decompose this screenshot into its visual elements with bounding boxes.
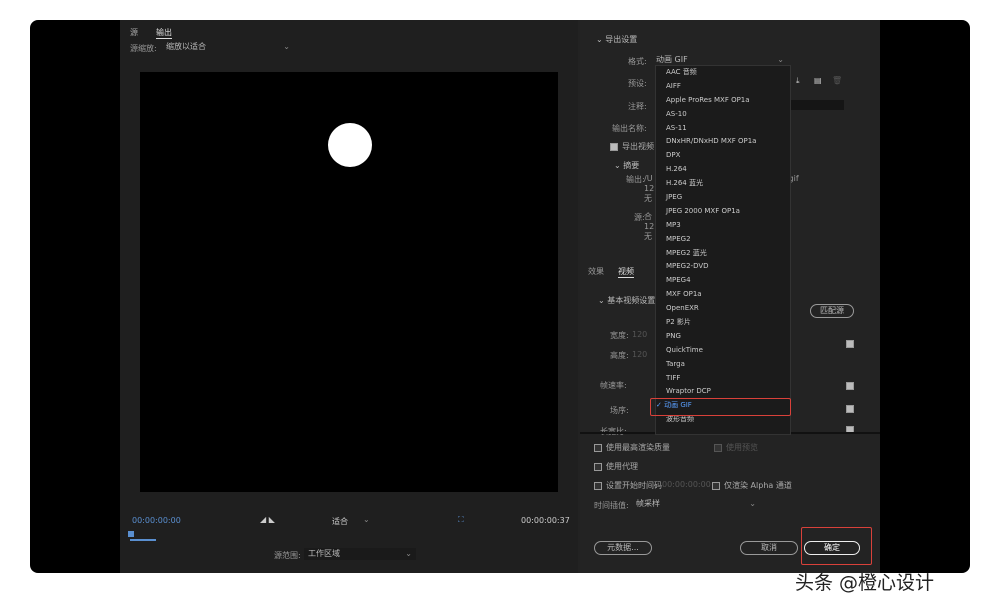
output-name-label: 输出名称: <box>612 124 647 133</box>
mark-in-out-icons[interactable]: ◢ ◣ <box>260 515 275 524</box>
crop-icon[interactable]: ⛶ <box>458 515 464 525</box>
basic-video-header[interactable]: ⌄ 基本视频设置 <box>598 295 655 306</box>
lock-aspect-checkbox[interactable] <box>846 340 854 348</box>
format-option[interactable]: P2 影片 <box>656 316 790 330</box>
summary-header[interactable]: ⌄ 摘要 <box>614 160 639 171</box>
preset-label: 预设: <box>628 79 647 88</box>
export-settings-dialog: 源 输出 源缩放: 缩放以适合 ⌄ 00:00:00:00 ◢ ◣ 适合 ⌄ ⛶ … <box>120 20 880 573</box>
source-scale-value: 缩放以适合 <box>166 42 206 51</box>
chevron-down-icon: ⌄ <box>405 549 412 558</box>
format-option[interactable]: AAC 音频 <box>656 66 790 80</box>
metadata-button[interactable]: 元数据... <box>594 541 652 555</box>
width-value[interactable]: 120 <box>632 330 647 339</box>
comment-label: 注释: <box>628 102 647 111</box>
format-option[interactable]: MPEG2 蓝光 <box>656 247 790 261</box>
video-preview <box>140 72 558 492</box>
format-option[interactable]: MXF OP1a <box>656 288 790 302</box>
chevron-down-icon: ⌄ <box>283 42 290 51</box>
max-quality-checkbox[interactable]: 使用最高渲染质量 <box>594 442 670 453</box>
fit-select[interactable]: 适合 <box>332 516 348 527</box>
ok-button[interactable]: 确定 <box>804 541 860 555</box>
delete-preset-icon[interactable]: 🗑 <box>832 76 842 85</box>
set-start-timecode-checkbox[interactable]: 设置开始时间码 <box>594 480 662 491</box>
format-option[interactable]: JPEG <box>656 191 790 205</box>
format-option[interactable]: DPX <box>656 149 790 163</box>
export-settings-header[interactable]: ⌄ 导出设置 <box>596 34 637 45</box>
timecode-end: 00:00:00:37 <box>521 516 570 525</box>
source-scale-select[interactable]: 缩放以适合 ⌄ <box>162 41 294 53</box>
format-option[interactable]: MPEG2-DVD <box>656 260 790 274</box>
timecode-start[interactable]: 00:00:00:00 <box>132 516 181 525</box>
source-range-select[interactable]: 工作区域 ⌄ <box>304 548 416 560</box>
format-option[interactable]: AS-10 <box>656 108 790 122</box>
match-source-button[interactable]: 匹配源 <box>810 304 854 318</box>
cancel-button[interactable]: 取消 <box>740 541 798 555</box>
export-video-checkbox[interactable]: 导出视频 <box>610 141 654 152</box>
use-proxy-checkbox[interactable]: 使用代理 <box>594 461 638 472</box>
width-label: 宽度: <box>610 331 629 340</box>
tab-video[interactable]: 视频 <box>618 266 634 278</box>
white-circle <box>328 123 372 167</box>
format-option[interactable]: OpenEXR <box>656 302 790 316</box>
format-option[interactable]: H.264 蓝光 <box>656 177 790 191</box>
source-range-label: 源范围: <box>274 551 301 560</box>
field-order-checkbox[interactable] <box>846 405 854 413</box>
preview-panel: 源 输出 源缩放: 缩放以适合 ⌄ 00:00:00:00 ◢ ◣ 适合 ⌄ ⛶ … <box>120 20 578 573</box>
height-label: 高度: <box>610 351 629 360</box>
format-option[interactable]: H.264 <box>656 163 790 177</box>
timeline-scrubber[interactable] <box>128 531 158 547</box>
tab-output[interactable]: 输出 <box>156 27 172 39</box>
highlight-box <box>650 398 791 416</box>
format-option[interactable]: MPEG4 <box>656 274 790 288</box>
save-preset-icon[interactable]: ⤓ <box>796 76 800 86</box>
chevron-down-icon: ⌄ <box>749 499 756 508</box>
format-option[interactable]: DNxHR/DNxHD MXF OP1a <box>656 135 790 149</box>
source-scale-label: 源缩放: <box>130 44 157 53</box>
output-label: 输出: <box>626 175 645 184</box>
height-value[interactable]: 120 <box>632 350 647 359</box>
time-interpolation-label: 时间插值: <box>594 501 629 510</box>
source-range-value: 工作区域 <box>308 549 340 558</box>
watermark: 头条 @橙心设计 <box>795 572 935 594</box>
framerate-checkbox[interactable] <box>846 382 854 390</box>
time-interpolation-select[interactable]: 帧采样 ⌄ <box>632 498 760 510</box>
format-option[interactable]: PNG <box>656 330 790 344</box>
format-option[interactable]: AIFF <box>656 80 790 94</box>
format-option[interactable]: Targa <box>656 358 790 372</box>
format-option[interactable]: MP3 <box>656 219 790 233</box>
format-dropdown-list: AAC 音频 AIFF Apple ProRes MXF OP1a AS-10 AS-1… <box>655 65 791 435</box>
tab-effects[interactable]: 效果 <box>588 266 604 277</box>
format-value: 动画 GIF <box>656 55 688 64</box>
source-summary: 合 12 无 <box>644 212 655 241</box>
time-interpolation-value: 帧采样 <box>636 499 660 508</box>
import-preset-icon[interactable]: ▤ <box>814 76 822 85</box>
format-option[interactable]: JPEG 2000 MXF OP1a <box>656 205 790 219</box>
start-timecode-value[interactable]: 00:00:00:00 <box>662 480 711 489</box>
format-option[interactable]: TIFF <box>656 372 790 386</box>
comment-input[interactable] <box>790 100 844 110</box>
tab-source[interactable]: 源 <box>130 27 138 38</box>
use-preview-checkbox[interactable]: 使用预览 <box>714 442 758 453</box>
field-order-label: 场序: <box>610 406 629 415</box>
framerate-label: 帧速率: <box>600 381 627 390</box>
format-option[interactable]: Apple ProRes MXF OP1a <box>656 94 790 108</box>
alpha-only-checkbox[interactable]: 仅渲染 Alpha 通道 <box>712 480 792 491</box>
format-option[interactable]: MPEG2 <box>656 233 790 247</box>
format-label: 格式: <box>628 57 647 66</box>
chevron-down-icon: ⌄ <box>363 515 370 524</box>
format-option[interactable]: AS-11 <box>656 122 790 136</box>
format-option[interactable]: QuickTime <box>656 344 790 358</box>
